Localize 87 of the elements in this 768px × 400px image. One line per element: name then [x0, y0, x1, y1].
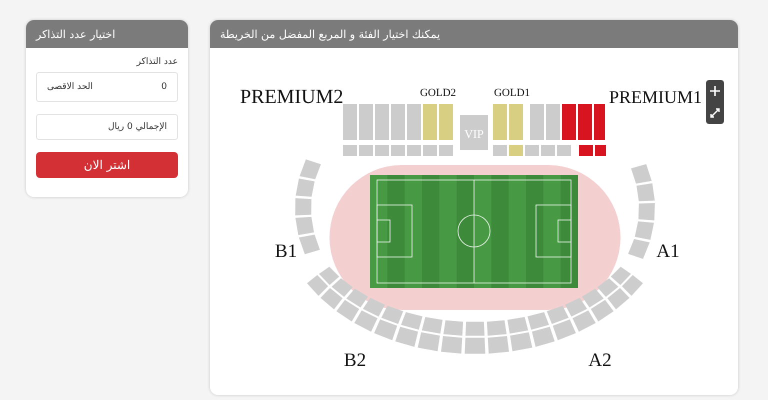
seating-section[interactable] — [493, 104, 507, 140]
stand-section[interactable] — [298, 234, 320, 254]
seating-section[interactable] — [579, 145, 593, 156]
seating-section[interactable] — [439, 145, 453, 156]
seating-section[interactable] — [359, 104, 373, 140]
stand-section[interactable] — [466, 322, 484, 336]
card-title: يمكنك اختيار الفئة و المربع المفضل من الخريطة — [220, 28, 440, 40]
stand-section[interactable] — [320, 288, 343, 310]
zone-label: A2 — [588, 350, 612, 371]
seating-section[interactable] — [423, 104, 437, 140]
stand-section[interactable] — [638, 203, 655, 220]
zone-label: B1 — [274, 241, 298, 262]
stand-section[interactable] — [422, 317, 443, 334]
stand-section[interactable] — [332, 278, 353, 297]
stand-section[interactable] — [319, 266, 340, 285]
seating-section[interactable] — [375, 104, 389, 140]
seating-section[interactable] — [509, 145, 523, 156]
seating-section[interactable] — [595, 145, 606, 156]
stand-section[interactable] — [590, 300, 614, 322]
seating-section[interactable] — [557, 145, 571, 156]
stand-section[interactable] — [546, 306, 569, 324]
quantity-value: 0 — [161, 82, 167, 92]
seating-section[interactable] — [359, 145, 373, 156]
seating-section[interactable] — [423, 145, 437, 156]
zoom-in-icon[interactable] — [707, 83, 723, 99]
seating-section[interactable] — [439, 104, 453, 140]
zone-label: GOLD1 — [494, 87, 530, 99]
stand-section[interactable] — [597, 278, 618, 297]
zone-label: PREMIUM2 — [240, 86, 344, 108]
stand-section[interactable] — [507, 317, 528, 334]
stand-section[interactable] — [336, 300, 360, 322]
stand-section[interactable] — [610, 266, 631, 285]
stand-section[interactable] — [565, 298, 588, 317]
seating-section[interactable] — [391, 104, 405, 140]
stand-section[interactable] — [528, 312, 549, 330]
max-label: الحد الاقصى — [47, 82, 93, 92]
seating-section[interactable] — [562, 104, 576, 140]
seating-section[interactable] — [541, 145, 555, 156]
seating-section[interactable] — [343, 104, 357, 140]
card-title: اختيار عدد التذاكر — [36, 28, 116, 40]
total-text: الإجمالي 0 ريال — [108, 122, 167, 132]
stand-section[interactable] — [295, 198, 312, 216]
seating-section[interactable] — [407, 104, 421, 140]
stand-section[interactable] — [374, 319, 398, 340]
seating-section[interactable] — [578, 104, 592, 140]
seating-section[interactable] — [407, 145, 421, 156]
seating-section[interactable] — [530, 104, 544, 140]
stand-section[interactable] — [631, 164, 652, 184]
seating-section[interactable] — [493, 145, 507, 156]
stand-section[interactable] — [346, 288, 368, 308]
stand-section[interactable] — [607, 288, 630, 310]
stand-section[interactable] — [552, 319, 576, 340]
stand-section[interactable] — [381, 306, 404, 324]
stand-section[interactable] — [532, 326, 555, 347]
seating-section[interactable] — [509, 104, 523, 140]
stand-section[interactable] — [362, 298, 385, 317]
stand-section[interactable] — [300, 159, 321, 180]
seating-section[interactable] — [375, 145, 389, 156]
seating-section[interactable] — [594, 104, 605, 140]
seating-section[interactable] — [391, 145, 405, 156]
seating-section[interactable] — [546, 104, 560, 140]
stand-section[interactable] — [486, 320, 507, 336]
stand-section[interactable] — [464, 338, 486, 354]
stand-section[interactable] — [307, 275, 328, 296]
stand-section[interactable] — [510, 332, 532, 352]
stand-section[interactable] — [401, 312, 422, 330]
zone-label: A1 — [656, 241, 680, 262]
seating-section[interactable] — [343, 145, 357, 156]
zone-label: PREMIUM1 — [609, 87, 702, 107]
stand-section[interactable] — [634, 221, 654, 240]
stand-section[interactable] — [636, 183, 655, 202]
seating-section[interactable] — [525, 145, 539, 156]
stand-section[interactable] — [418, 332, 440, 352]
stand-section[interactable] — [295, 216, 314, 236]
stand-section[interactable] — [628, 239, 650, 259]
stand-section[interactable] — [582, 288, 604, 308]
quantity-label: عدد التذاكر — [136, 57, 178, 67]
stand-section[interactable] — [488, 336, 509, 354]
stand-section[interactable] — [441, 336, 462, 354]
stand-section[interactable] — [296, 178, 315, 197]
buy-button[interactable]: اشتر الان — [36, 152, 178, 178]
stand-section[interactable] — [443, 320, 464, 336]
zone-label: GOLD2 — [420, 87, 456, 99]
vip-section[interactable] — [460, 115, 488, 150]
stand-section[interactable] — [622, 275, 643, 296]
stand-section[interactable] — [395, 326, 418, 347]
zone-label: B2 — [344, 350, 366, 371]
